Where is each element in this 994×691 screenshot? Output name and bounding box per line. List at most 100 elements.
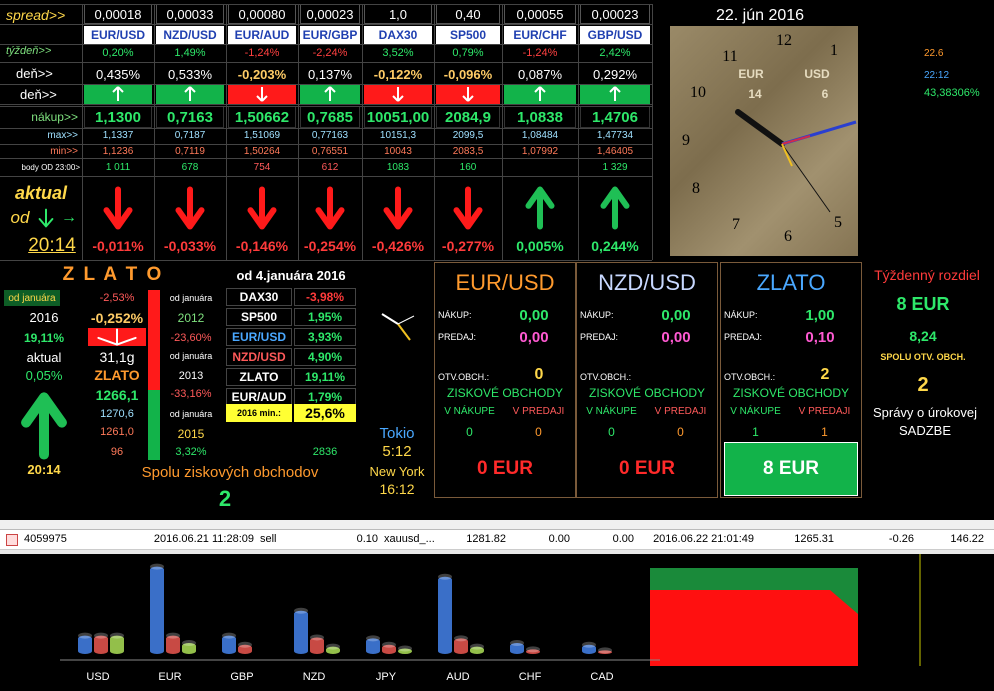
pair-buy: 2084,9 bbox=[436, 106, 500, 128]
pair-buy: 0,7163 bbox=[156, 106, 224, 128]
bar-cap bbox=[366, 635, 380, 642]
v-predaji-value: 0 bbox=[677, 425, 684, 439]
bar-cap bbox=[326, 643, 340, 650]
mt-cell: 0.00 bbox=[548, 533, 570, 545]
pair-points bbox=[504, 160, 576, 174]
pair-day-change: 0,292% bbox=[592, 66, 638, 82]
x-tick-label: AUD bbox=[446, 671, 469, 683]
pair-change: -0,033% bbox=[163, 238, 217, 254]
pair-spread: 0,00033 bbox=[156, 4, 224, 24]
pair-points: 754 bbox=[253, 161, 271, 173]
od-label: od bbox=[10, 208, 30, 227]
pair-spread: 0,00018 bbox=[84, 4, 152, 24]
bar-cap bbox=[166, 632, 180, 639]
edge-value-1: 22.6 bbox=[924, 47, 944, 59]
week-label: týždeň>> bbox=[6, 45, 52, 57]
pair-direction bbox=[228, 84, 296, 104]
trade-sum: 8 EUR bbox=[724, 442, 858, 496]
grid-line bbox=[0, 4, 652, 5]
bar-cap bbox=[470, 643, 484, 650]
pair-max: 1,51069 bbox=[243, 129, 281, 141]
pair-name-6: EUR/CHF bbox=[504, 26, 576, 44]
x-tick-label: GBP bbox=[230, 671, 253, 683]
x-tick-label: CAD bbox=[590, 671, 613, 683]
pair-direction bbox=[84, 84, 152, 104]
ny-time: 16:12 bbox=[379, 481, 415, 497]
big-direction-icon bbox=[380, 186, 416, 230]
col2-pct2: -0,252% bbox=[90, 310, 144, 326]
bar-cap bbox=[398, 645, 412, 652]
bar-chart-svg: USD EUR GBP NZD JPY AUD CHF CAD bbox=[60, 554, 921, 683]
pair-name-5: SP500 bbox=[436, 26, 500, 44]
nakup-label: NÁKUP: bbox=[724, 310, 758, 320]
mt-cell: 1281.82 bbox=[466, 533, 506, 545]
perf-name: NZD/USD bbox=[226, 348, 292, 366]
grid-line bbox=[0, 84, 652, 85]
perf-name: EUR/USD bbox=[226, 328, 292, 346]
grid-line bbox=[0, 104, 652, 105]
pair-spread: 1,0 bbox=[364, 4, 432, 24]
pair-spread: 0,00080 bbox=[228, 4, 296, 24]
day-dir-label: deň>> bbox=[20, 86, 57, 102]
col3-year1: 2012 bbox=[177, 311, 205, 325]
pair-max: 0,7187 bbox=[174, 129, 206, 141]
weekly-value: 8 EUR bbox=[896, 293, 950, 314]
pair-buy: 1,4706 bbox=[580, 106, 650, 128]
perf-value: 1,95% bbox=[294, 308, 356, 326]
bar-cap bbox=[438, 573, 452, 580]
grid-line bbox=[578, 4, 579, 260]
pair-direction bbox=[364, 84, 432, 104]
mt-trade-row[interactable]: 4059975 2016.06.21 11:28:09 sell 0.10 xauusd… bbox=[0, 530, 994, 550]
v-nakupe-value: 0 bbox=[466, 425, 473, 439]
bar-cap bbox=[222, 632, 236, 639]
grid-line bbox=[0, 144, 652, 145]
v-nakupe-label: V NÁKUPE bbox=[730, 405, 781, 417]
spravy-link[interactable]: Správy o úrokovej SADZBE bbox=[862, 404, 988, 440]
big-direction-icon bbox=[597, 186, 633, 230]
gold-title: Z L A T O bbox=[62, 264, 164, 285]
big-direction-icon bbox=[100, 186, 136, 230]
pair-week-change: 2,42% bbox=[599, 47, 631, 59]
pair-min: 10043 bbox=[384, 145, 412, 157]
mt-cell: -0.26 bbox=[888, 533, 914, 545]
pair-min: 0,76551 bbox=[311, 145, 349, 157]
pair-day-change: -0,096% bbox=[443, 66, 493, 82]
pair-spread: 0,00023 bbox=[300, 4, 360, 24]
grid-line bbox=[0, 44, 652, 45]
pair-buy: 10051,00 bbox=[364, 106, 432, 128]
pair-min: 0,7119 bbox=[175, 145, 205, 157]
pair-week-change: 3,52% bbox=[382, 47, 414, 59]
pair-min: 1,1236 bbox=[102, 145, 134, 157]
v-predaji-label: V PREDAJI bbox=[798, 405, 851, 417]
pair-name-0: EUR/USD bbox=[84, 26, 152, 44]
edge-value-3: 43,38306% bbox=[924, 87, 980, 99]
grid-line bbox=[154, 4, 155, 260]
predaj-value: 0,00 bbox=[519, 328, 549, 346]
v-predaji-label: V PREDAJI bbox=[512, 405, 565, 417]
predaj-label: PREDAJ: bbox=[724, 332, 763, 342]
aktual-label: aktual bbox=[14, 182, 68, 203]
big-direction-icon bbox=[312, 186, 348, 230]
v-nakupe-label: V NÁKUPE bbox=[586, 405, 637, 417]
mt-cell: 0.00 bbox=[612, 533, 634, 545]
trade-sum: 0 EUR bbox=[619, 458, 675, 479]
down-green-icon bbox=[36, 208, 56, 228]
col3-year3: 2015 bbox=[177, 427, 205, 441]
pair-max: 10151,3 bbox=[379, 129, 417, 141]
perf-name: SP500 bbox=[226, 308, 292, 326]
v-predaji-value: 0 bbox=[535, 425, 542, 439]
perf-value: 4,90% bbox=[294, 348, 356, 366]
pair-min: 1,07992 bbox=[521, 145, 559, 157]
grid-line bbox=[298, 4, 299, 260]
v-nakupe-value: 1 bbox=[752, 425, 759, 439]
pair-change: -0,254% bbox=[303, 238, 357, 254]
grid-line bbox=[82, 4, 83, 260]
col2-v1: 1270,6 bbox=[100, 408, 134, 420]
col3-pct2: -33,16% bbox=[170, 388, 212, 400]
col3-green-bar bbox=[148, 390, 160, 460]
bar-EUR-0 bbox=[150, 566, 164, 654]
v-nakupe-value: 0 bbox=[608, 425, 615, 439]
pair-week-change: 1,49% bbox=[174, 47, 206, 59]
bar-cap bbox=[526, 646, 540, 653]
nakup-label: NÁKUP: bbox=[580, 310, 614, 320]
